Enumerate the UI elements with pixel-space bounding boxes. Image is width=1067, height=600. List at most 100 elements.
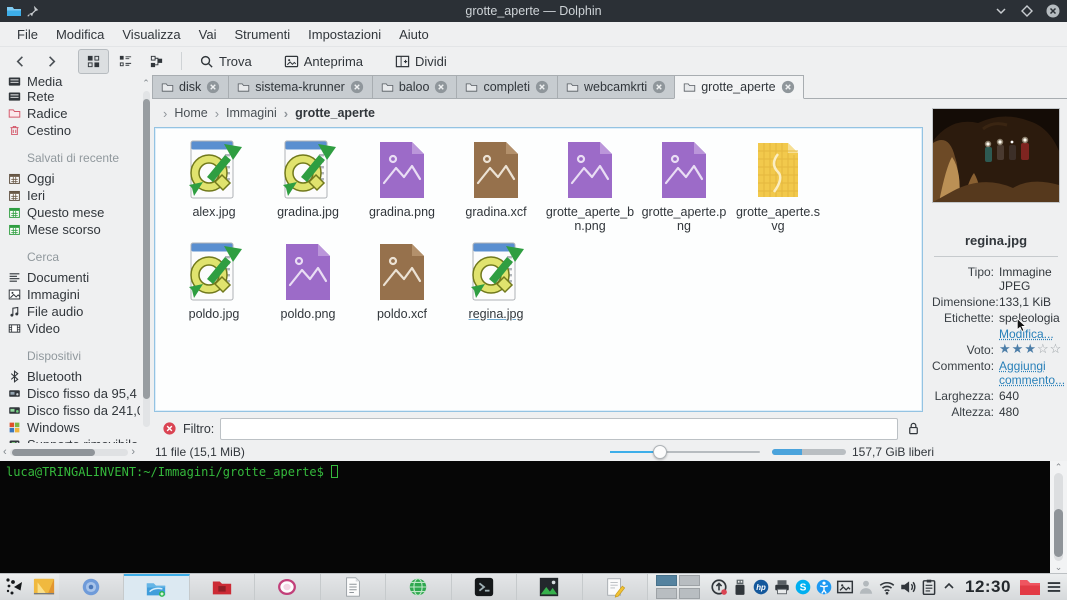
tray-expand-icon[interactable] — [941, 578, 959, 596]
details-view-button[interactable] — [111, 50, 140, 73]
scroll-right-icon[interactable]: › — [131, 447, 135, 457]
scroll-down-icon[interactable]: ⌄ — [1050, 561, 1067, 573]
task-document[interactable] — [321, 574, 386, 600]
places-item[interactable]: Oggi — [8, 170, 140, 187]
breadcrumb-segment[interactable]: Home — [156, 106, 208, 121]
preview-button[interactable]: Anteprima — [277, 50, 370, 73]
file-item[interactable]: poldo.xcf — [355, 240, 449, 321]
task-image-viewer[interactable] — [517, 574, 582, 600]
desktop-4[interactable] — [679, 588, 700, 599]
volume-icon[interactable] — [899, 578, 917, 596]
menu-item[interactable]: Visualizza — [113, 24, 189, 45]
close-button[interactable] — [1045, 3, 1061, 19]
update-notifier-icon[interactable] — [710, 578, 728, 596]
zoom-slider-handle[interactable] — [653, 445, 667, 459]
places-item[interactable]: Disco fisso da 241,0 GiB — [8, 402, 140, 419]
menu-item[interactable]: File — [8, 24, 47, 45]
forward-button[interactable] — [37, 50, 66, 73]
tab[interactable]: disk — [152, 75, 229, 98]
desktop-3[interactable] — [656, 588, 677, 599]
places-item[interactable]: Questo mese — [8, 204, 140, 221]
tab-close-icon[interactable] — [350, 80, 364, 94]
terminal-panel[interactable]: luca@TRINGALINVENT:~/Immagini/grotte_ape… — [0, 461, 1050, 573]
places-item[interactable]: Dispositivi — [8, 347, 140, 364]
file-item[interactable]: regina.jpg — [449, 240, 543, 321]
task-web[interactable] — [386, 574, 451, 600]
filter-close-icon[interactable] — [162, 421, 177, 436]
menu-item[interactable]: Modifica — [47, 24, 113, 45]
window-titlebar[interactable]: grotte_aperte — Dolphin — [0, 0, 1067, 22]
split-button[interactable]: Dividi — [388, 50, 454, 73]
app-launcher-button[interactable] — [0, 574, 29, 600]
tab-close-icon[interactable] — [652, 80, 666, 94]
breadcrumb-segment[interactable]: Immagini — [208, 106, 277, 121]
user-idle-icon[interactable] — [857, 578, 875, 596]
sidebar-horizontal-scrollbar[interactable]: ‹ › — [3, 446, 135, 458]
task-terminal[interactable] — [452, 574, 517, 600]
file-item[interactable]: grotte_aperte.svg — [731, 138, 825, 234]
places-item[interactable]: File audio — [8, 303, 140, 320]
folder-notification-icon[interactable] — [1017, 575, 1043, 599]
wifi-icon[interactable] — [878, 578, 896, 596]
virtual-desktop-pager[interactable] — [654, 574, 702, 600]
desktop-2[interactable] — [679, 575, 700, 586]
screenshot-icon[interactable] — [836, 578, 854, 596]
show-desktop-button[interactable] — [29, 574, 58, 600]
task-dolphin[interactable] — [124, 574, 189, 600]
tab-close-icon[interactable] — [535, 80, 549, 94]
file-item[interactable]: gradina.xcf — [449, 138, 543, 234]
places-item[interactable]: Video — [8, 320, 140, 337]
places-item[interactable]: Disco fisso da 95,4 GiB — [8, 385, 140, 402]
skype-icon[interactable]: S — [794, 578, 812, 596]
places-item[interactable]: Cerca — [8, 248, 140, 265]
places-item[interactable]: Ieri — [8, 187, 140, 204]
clock[interactable]: 12:30 — [965, 577, 1011, 597]
maximize-button[interactable] — [1019, 3, 1035, 19]
file-item[interactable]: poldo.jpg — [167, 240, 261, 321]
usb-device-icon[interactable] — [731, 578, 749, 596]
file-view[interactable]: alex.jpg gradina.jpg gradina.png gradina… — [154, 127, 923, 412]
places-item[interactable]: Documenti — [8, 269, 140, 286]
task-browser[interactable] — [59, 574, 124, 600]
tree-view-button[interactable] — [142, 50, 171, 73]
task-red-folder[interactable] — [190, 574, 255, 600]
file-item[interactable]: grotte_aperte.png — [637, 138, 731, 234]
back-button[interactable] — [6, 50, 35, 73]
tab[interactable]: webcamkrti — [557, 75, 675, 98]
tab-close-icon[interactable] — [434, 80, 448, 94]
add-comment-link[interactable]: Aggiungi commento... — [999, 359, 1065, 387]
sidebar-vertical-scrollbar[interactable]: ⌃ — [141, 79, 151, 429]
zoom-slider[interactable] — [610, 451, 760, 453]
menu-item[interactable]: Aiuto — [390, 24, 438, 45]
scroll-left-icon[interactable]: ‹ — [3, 447, 7, 457]
terminal-scrollbar[interactable]: ⌃ ⌄ — [1050, 461, 1067, 573]
tab-close-icon[interactable] — [781, 80, 795, 94]
tab[interactable]: sistema-krunner — [228, 75, 373, 98]
file-item[interactable]: gradina.png — [355, 138, 449, 234]
places-item[interactable]: Immagini — [8, 286, 140, 303]
places-item[interactable]: Rete — [8, 88, 140, 105]
places-item[interactable]: Media — [8, 77, 140, 86]
tab[interactable]: grotte_aperte — [674, 75, 803, 99]
panel-menu-icon[interactable] — [1045, 578, 1063, 596]
tab[interactable]: baloo — [372, 75, 458, 98]
places-item[interactable]: Radice — [8, 105, 140, 122]
hp-printer-icon[interactable]: hp — [752, 578, 770, 596]
file-item[interactable]: grotte_aperte_bn.png — [543, 138, 637, 234]
file-item[interactable]: gradina.jpg — [261, 138, 355, 234]
desktop-1[interactable] — [656, 575, 677, 586]
places-item[interactable]: Windows — [8, 419, 140, 436]
menu-item[interactable]: Impostazioni — [299, 24, 390, 45]
tab-close-icon[interactable] — [206, 80, 220, 94]
menu-item[interactable]: Vai — [190, 24, 226, 45]
tab[interactable]: completi — [456, 75, 558, 98]
task-notes[interactable] — [583, 574, 648, 600]
scroll-up-icon[interactable]: ⌃ — [1050, 461, 1067, 473]
file-item[interactable]: poldo.png — [261, 240, 355, 321]
places-item[interactable]: Mese scorso — [8, 221, 140, 238]
rating-stars[interactable]: ★★★☆☆ — [999, 343, 1062, 357]
minimize-button[interactable] — [993, 3, 1009, 19]
places-item[interactable]: Salvati di recente — [8, 149, 140, 166]
accessibility-icon[interactable] — [815, 578, 833, 596]
task-mail[interactable] — [255, 574, 320, 600]
